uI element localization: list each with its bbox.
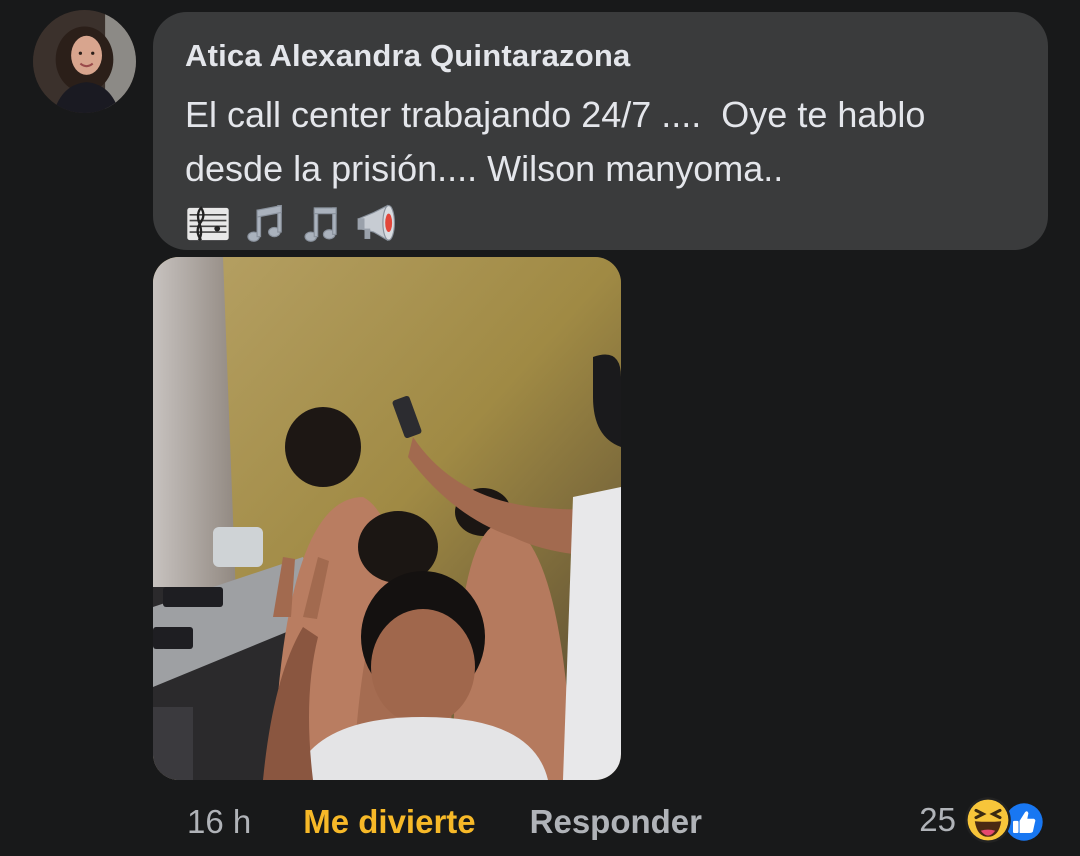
comment-actions: 16 h Me divierte Responder [187,798,702,846]
musical-notes-icon [241,201,287,247]
photo-image [153,257,621,780]
avatar-image [33,10,136,113]
attached-photo[interactable] [153,257,621,780]
reaction-summary[interactable]: 25 [919,795,1050,845]
comment-bubble: Atica Alexandra Quintarazona El call cen… [153,12,1048,250]
loudspeaker-icon [353,201,399,247]
musical-note-icon [297,201,343,247]
reply-button[interactable]: Responder [530,803,702,841]
comment-timestamp[interactable]: 16 h [187,803,251,841]
reaction-icons [964,796,1050,844]
comment-text: El call center trabajando 24/7 .... Oye … [185,94,936,189]
comment-author[interactable]: Atica Alexandra Quintarazona [185,38,1016,74]
reaction-count: 25 [919,801,956,838]
avatar[interactable] [33,10,136,113]
haha-reaction-icon [964,796,1012,844]
comment: Atica Alexandra Quintarazona El call cen… [0,0,1080,856]
react-button[interactable]: Me divierte [303,803,475,841]
emoji-row [185,198,1016,250]
musical-score-icon [185,201,231,247]
